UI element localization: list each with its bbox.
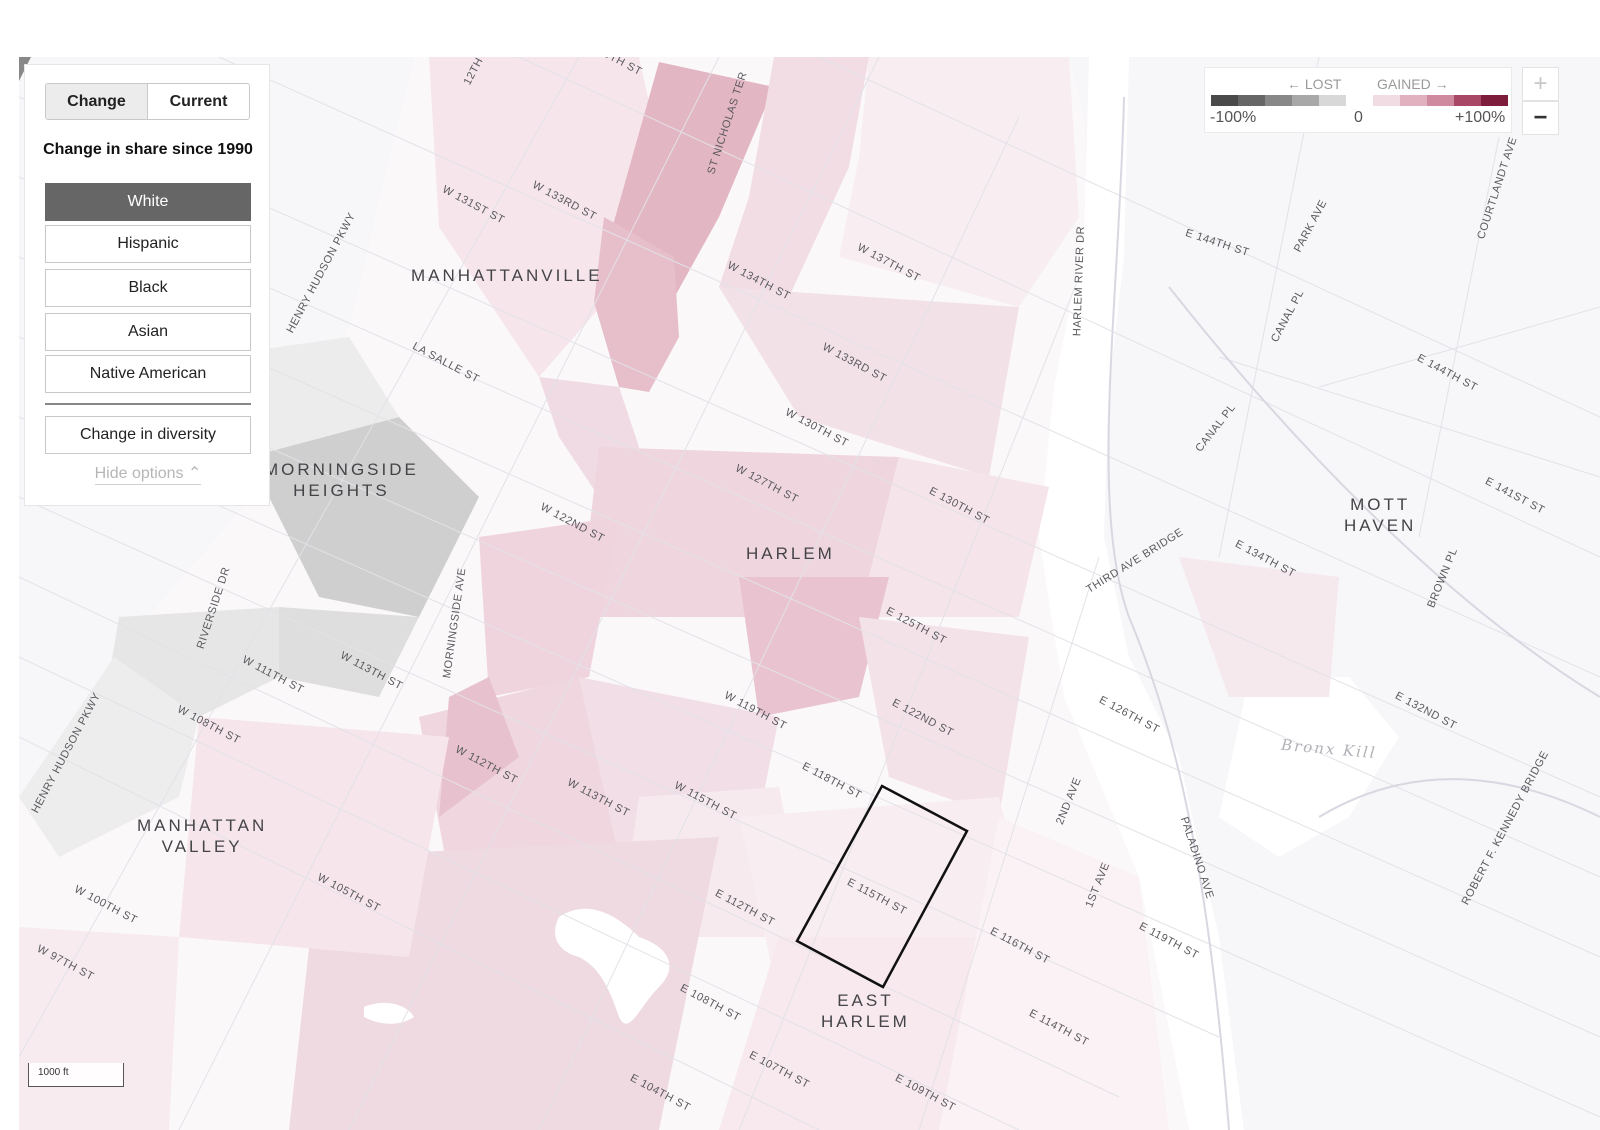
option-white-button[interactable]: White	[45, 183, 251, 221]
hide-options-label: Hide options	[94, 465, 184, 482]
mode-current-button[interactable]: Current	[148, 84, 249, 119]
color-legend: ← LOST GAINED → -100% 0 +100%	[1204, 67, 1512, 133]
hide-options-link[interactable]: Hide options ⌃	[94, 465, 202, 485]
legend-max-label: +100%	[1455, 109, 1506, 126]
neighborhood-line: MORNINGSIDE	[264, 460, 419, 479]
legend-lost-scale	[1211, 95, 1346, 106]
legend-gained-label: GAINED →	[1377, 76, 1449, 92]
neighborhood-line: HEIGHTS	[293, 481, 390, 500]
legend-swatch	[1211, 95, 1238, 106]
legend-mid-label: 0	[1354, 109, 1363, 126]
neighborhood-manhattan-valley: MANHATTAN VALLEY	[137, 815, 267, 857]
neighborhood-line: EAST	[837, 991, 894, 1010]
legend-swatch	[1319, 95, 1346, 106]
neighborhood-line: HARLEM	[821, 1012, 910, 1031]
neighborhood-morningside-heights: MORNINGSIDE HEIGHTS	[264, 459, 419, 501]
legend-swatch	[1454, 95, 1481, 106]
legend-swatch	[1373, 95, 1400, 106]
zoom-out-button[interactable]: −	[1522, 101, 1559, 135]
legend-swatch	[1265, 95, 1292, 106]
panel-title: Change in share since 1990	[43, 141, 253, 158]
neighborhood-manhattanville: MANHATTANVILLE	[411, 266, 603, 285]
panel-divider	[45, 403, 251, 405]
neighborhood-line: MOTT	[1350, 495, 1411, 514]
neighborhood-line: VALLEY	[161, 837, 243, 856]
option-asian-button[interactable]: Asian	[45, 313, 251, 351]
legend-swatch	[1481, 95, 1508, 106]
change-in-diversity-button[interactable]: Change in diversity	[45, 416, 251, 454]
mode-toggle: Change Current	[45, 83, 250, 120]
legend-swatch	[1238, 95, 1265, 106]
option-native-american-button[interactable]: Native American	[45, 355, 251, 393]
hide-options: Hide options ⌃	[25, 463, 271, 485]
neighborhood-harlem: HARLEM	[746, 544, 835, 563]
legend-gained-scale	[1373, 95, 1508, 106]
chevron-up-icon: ⌃	[188, 465, 202, 482]
legend-swatch	[1427, 95, 1454, 106]
neighborhood-east-harlem: EAST HARLEM	[821, 990, 910, 1032]
legend-lost-label: ← LOST	[1287, 76, 1342, 92]
scale-bar: 1000 ft	[28, 1063, 124, 1087]
zoom-in-button[interactable]: +	[1522, 67, 1559, 101]
legend-min-label: -100%	[1210, 109, 1257, 126]
legend-swatch	[1400, 95, 1427, 106]
neighborhood-line: HAVEN	[1344, 516, 1417, 535]
option-hispanic-button[interactable]: Hispanic	[45, 225, 251, 263]
legend-swatch	[1292, 95, 1319, 106]
option-black-button[interactable]: Black	[45, 269, 251, 307]
neighborhood-line: MANHATTAN	[137, 816, 268, 835]
mode-change-button[interactable]: Change	[46, 84, 148, 119]
options-panel: Change Current Change in share since 199…	[24, 64, 270, 506]
neighborhood-mott-haven: MOTT HAVEN	[1344, 494, 1416, 536]
